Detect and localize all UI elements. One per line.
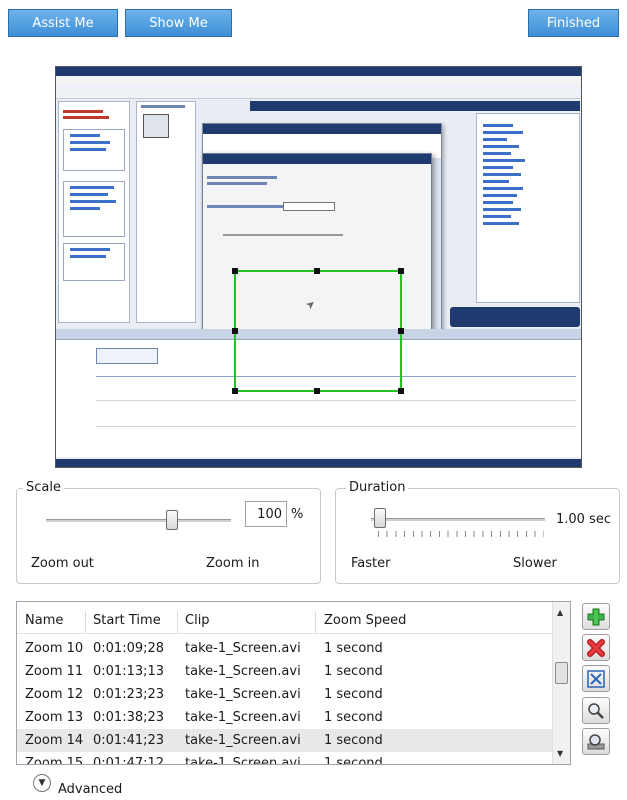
scale-slider-thumb[interactable] [166, 510, 178, 530]
preview-right-titlebar [250, 101, 580, 111]
add-zoom-icon [587, 608, 605, 625]
add-zoom-button[interactable] [582, 603, 610, 630]
cell-clip: take-1_Screen.avi [185, 641, 301, 656]
zoom-frame-handle[interactable] [232, 388, 238, 394]
cell-zoom-speed: 1 second [324, 710, 383, 725]
fit-zoom-icon [587, 669, 605, 688]
zoom-to-selection-icon [588, 702, 604, 719]
cell-start-time: 0:01:41;23 [93, 733, 165, 748]
cursor-icon: ➤ [302, 296, 319, 313]
cell-name: Zoom 12 [25, 687, 84, 702]
scale-slider-track[interactable] [46, 519, 231, 522]
cell-name: Zoom 10 [25, 641, 84, 656]
slower-label: Slower [513, 556, 557, 571]
scale-unit-label: % [291, 507, 304, 522]
duration-value-label: 1.00 sec [556, 512, 611, 527]
cell-name: Zoom 15 [25, 756, 84, 765]
column-header-start-time[interactable]: Start Time [93, 613, 161, 628]
preview-titlebar [56, 67, 581, 76]
cell-clip: take-1_Screen.avi [185, 733, 301, 748]
advanced-link[interactable]: Advanced [58, 782, 122, 797]
zoom-frame-handle[interactable] [232, 268, 238, 274]
zoom-frame[interactable]: ➤ [232, 268, 404, 394]
cell-start-time: 0:01:13;13 [93, 664, 165, 679]
preview-right-list [476, 113, 580, 303]
preview-player-bar [450, 307, 580, 327]
cell-clip: take-1_Screen.avi [185, 687, 301, 702]
zoom-out-label: Zoom out [31, 556, 94, 571]
zoom-frame-handle[interactable] [398, 388, 404, 394]
scroll-down-icon[interactable]: ▼ [557, 749, 563, 758]
zoom-to-selection-button[interactable] [582, 697, 610, 724]
table-header: Name Start Time Clip Zoom Speed [17, 609, 552, 634]
scroll-up-icon[interactable]: ▲ [557, 608, 563, 617]
cell-zoom-speed: 1 second [324, 664, 383, 679]
table-row-selected[interactable]: Zoom 14 0:01:41;23 take-1_Screen.avi 1 s… [17, 729, 552, 752]
cell-start-time: 0:01:23;23 [93, 687, 165, 702]
cell-zoom-speed: 1 second [324, 641, 383, 656]
zoom-in-label: Zoom in [206, 556, 260, 571]
duration-slider-thumb[interactable] [374, 508, 386, 528]
cell-name: Zoom 11 [25, 664, 84, 679]
finished-button[interactable]: Finished [528, 9, 619, 37]
table-row[interactable]: Zoom 10 0:01:09;28 take-1_Screen.avi 1 s… [17, 637, 552, 660]
cell-zoom-speed: 1 second [324, 733, 383, 748]
duration-title: Duration [346, 480, 409, 495]
faster-label: Faster [351, 556, 391, 571]
cell-start-time: 0:01:47;12 [93, 756, 165, 765]
column-header-zoom-speed[interactable]: Zoom Speed [324, 613, 406, 628]
scale-title: Scale [23, 480, 64, 495]
cell-name: Zoom 14 [25, 733, 84, 748]
preview-toolbar [56, 85, 581, 99]
table-row[interactable]: Zoom 11 0:01:13;13 take-1_Screen.avi 1 s… [17, 660, 552, 683]
cell-zoom-speed: 1 second [324, 687, 383, 702]
cell-clip: take-1_Screen.avi [185, 710, 301, 725]
zoom-frame-handle[interactable] [314, 268, 320, 274]
zoom-frame-handle[interactable] [398, 328, 404, 334]
column-header-clip[interactable]: Clip [185, 613, 210, 628]
cell-zoom-speed: 1 second [324, 756, 383, 765]
fit-zoom-button[interactable] [582, 665, 610, 692]
zoom-frame-handle[interactable] [232, 328, 238, 334]
zoom-preview-icon [587, 733, 605, 749]
preview-statusbar [56, 459, 581, 467]
scale-value-field[interactable]: 100 [245, 501, 287, 527]
zoom-preview-window[interactable]: ➤ [55, 66, 582, 468]
show-me-button[interactable]: Show Me [125, 9, 232, 37]
cell-clip: take-1_Screen.avi [185, 756, 301, 765]
zoom-frame-handle[interactable] [314, 388, 320, 394]
preview-menubar [56, 76, 581, 85]
table-row[interactable]: Zoom 15 0:01:47;12 take-1_Screen.avi 1 s… [17, 752, 552, 765]
assist-me-button[interactable]: Assist Me [8, 9, 118, 37]
delete-zoom-button[interactable] [582, 634, 610, 661]
table-scrollbar[interactable]: ▲ ▼ [552, 602, 570, 764]
cell-clip: take-1_Screen.avi [185, 664, 301, 679]
preview-clip-bin [136, 101, 196, 323]
zoom-preview-button[interactable] [582, 728, 610, 755]
table-row[interactable]: Zoom 12 0:01:23;23 take-1_Screen.avi 1 s… [17, 683, 552, 706]
duration-slider-track[interactable] [371, 518, 545, 521]
scrollbar-thumb[interactable] [555, 662, 568, 684]
table-row[interactable]: Zoom 13 0:01:38;23 take-1_Screen.avi 1 s… [17, 706, 552, 729]
zoom-frame-handle[interactable] [398, 268, 404, 274]
cell-name: Zoom 13 [25, 710, 84, 725]
cell-start-time: 0:01:38;23 [93, 710, 165, 725]
delete-zoom-icon [587, 638, 605, 657]
cell-start-time: 0:01:09;28 [93, 641, 165, 656]
column-header-name[interactable]: Name [25, 613, 63, 628]
duration-slider-ticks [378, 531, 544, 537]
zoom-list-table[interactable]: Name Start Time Clip Zoom Speed Zoom 10 … [16, 601, 571, 765]
chevron-down-icon[interactable]: ▼ [33, 774, 51, 792]
preview-task-panel [58, 101, 130, 323]
